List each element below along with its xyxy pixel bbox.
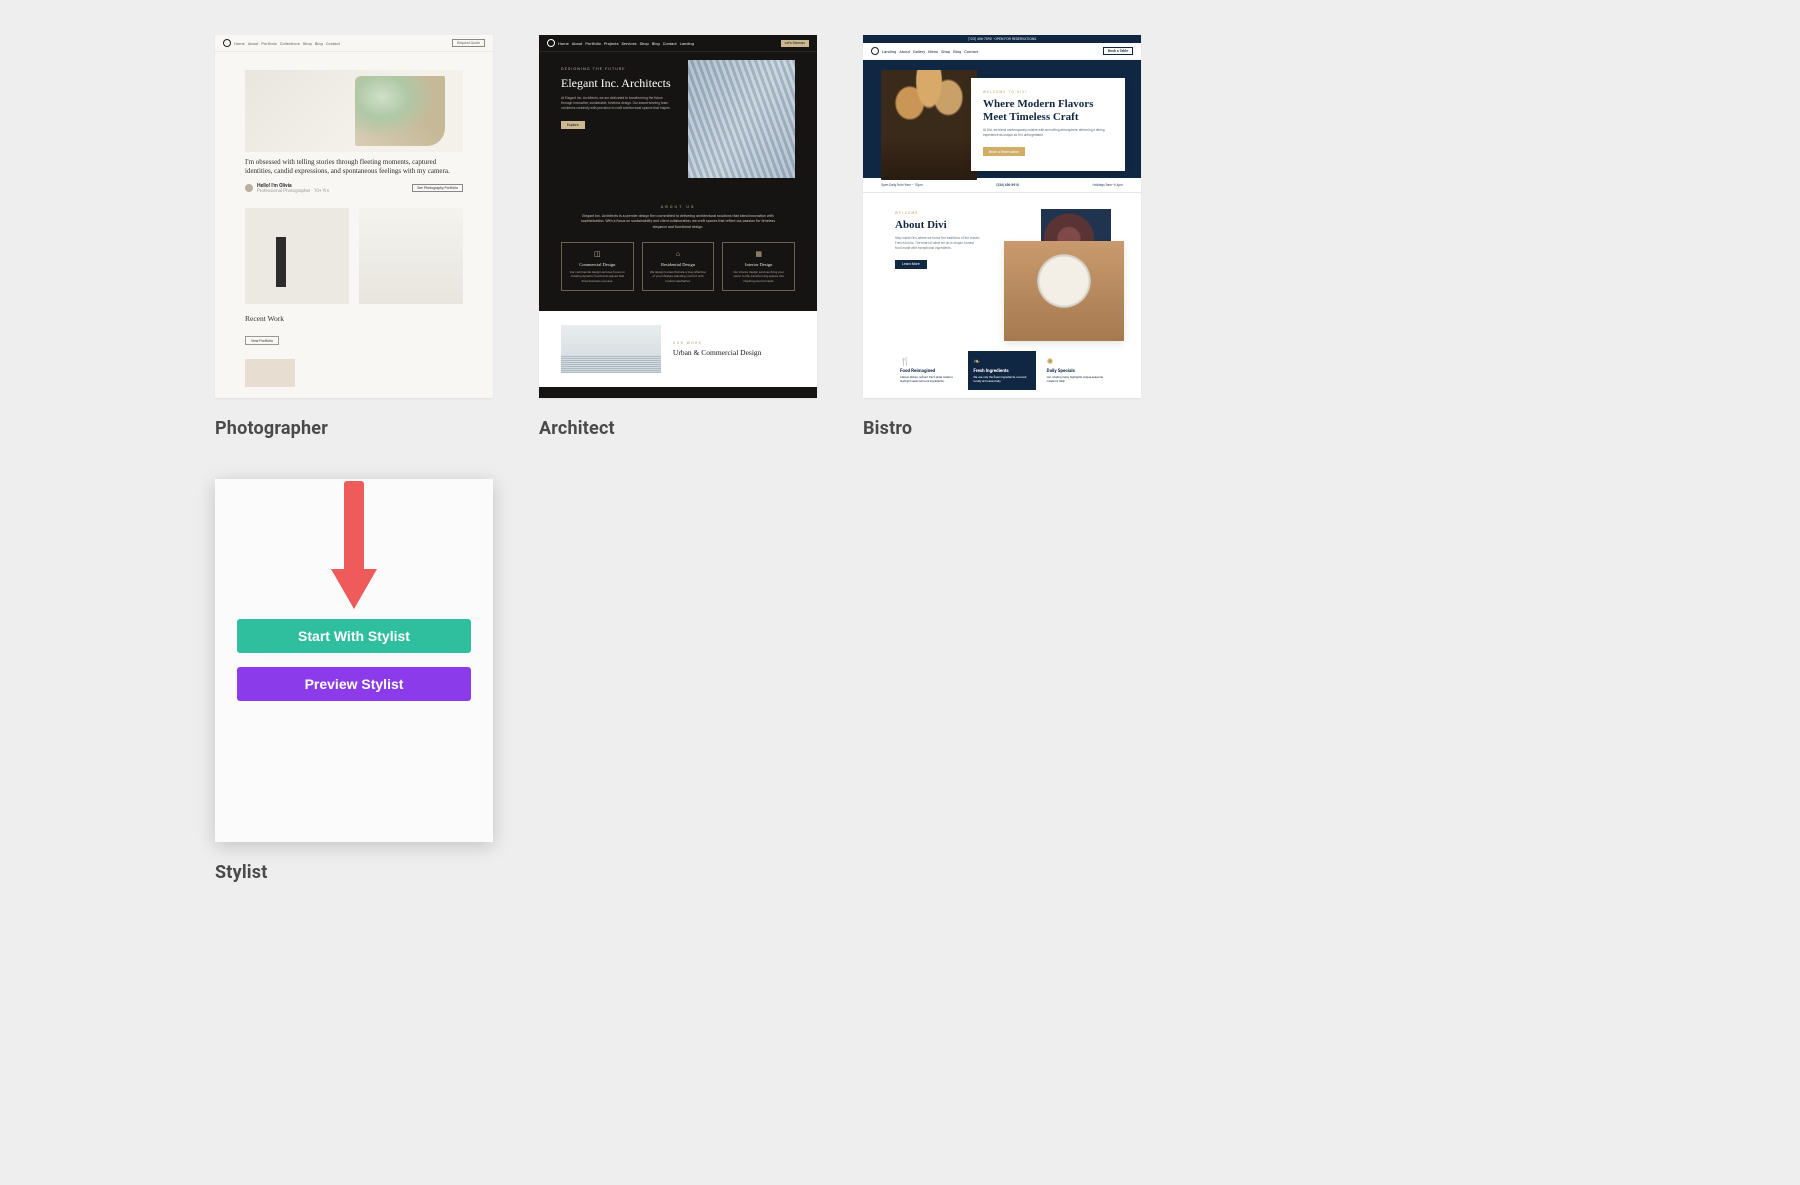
portfolio-title: Urban & Commercial Design — [673, 348, 795, 357]
info-strip: Open Daily from 9am – 10pm (234) 456-891… — [863, 178, 1141, 193]
logo-icon — [223, 39, 231, 47]
thumbnail-photographer[interactable]: HomeAboutPortfolioCollectionsShopBlogCon… — [215, 35, 493, 398]
recent-heading: Recent Work — [245, 314, 463, 323]
card-architect[interactable]: HomeAboutPortfolioProjectsServicesShopBl… — [539, 35, 817, 439]
announcement-bar: (123) 456-7890 · OPEN FOR RESERVATIONS — [863, 35, 1141, 43]
about-cta: Learn More — [895, 260, 927, 269]
interior-icon: ▦ — [729, 250, 788, 258]
logo-icon — [871, 47, 879, 55]
about-image-cheese — [1004, 241, 1124, 341]
card-bistro[interactable]: (123) 456-7890 · OPEN FOR RESERVATIONS L… — [863, 35, 1141, 439]
fork-knife-icon: 🍴 — [900, 357, 957, 366]
hero-image — [881, 70, 977, 180]
thumbnail-architect[interactable]: HomeAboutPortfolioProjectsServicesShopBl… — [539, 35, 817, 398]
mini-nav: HomeAboutPortfolioProjectsServicesShopBl… — [539, 35, 817, 52]
annotation-arrow-icon — [334, 481, 374, 611]
thumbnail-stylist[interactable]: Start With Stylist Preview Stylist — [215, 479, 493, 842]
card-title: Architect — [539, 418, 817, 439]
thumbnail-bistro[interactable]: (123) 456-7890 · OPEN FOR RESERVATIONS L… — [863, 35, 1141, 398]
portfolio-eyebrow: OUR WORK — [673, 341, 795, 345]
start-with-button[interactable]: Start With Stylist — [237, 619, 471, 653]
hero-title: Elegant Inc. Architects — [561, 76, 678, 91]
hero-image — [245, 70, 463, 152]
about-title: About Divi — [895, 219, 980, 231]
hero-cta: Explore — [561, 121, 585, 129]
about-copy: Step inside Divi, where we honor the tra… — [895, 236, 980, 250]
service-cards: ◫Commercial DesignOur commercial design … — [561, 242, 795, 291]
recent-strip — [245, 359, 463, 387]
portfolio-image — [561, 325, 661, 373]
hero-eyebrow: DESIGNING THE FUTURE — [561, 66, 678, 71]
feature-tiles: 🍴Food ReimaginedClassic dishes, refined.… — [863, 351, 1141, 390]
leaf-icon: ❧ — [973, 357, 1030, 366]
preview-button[interactable]: Preview Stylist — [237, 667, 471, 701]
author-row: Hello! I'm Olivia Professional Photograp… — [245, 183, 463, 194]
hero-card: WELCOME TO DIVI Where Modern Flavors Mee… — [971, 78, 1125, 171]
card-stylist[interactable]: Start With Stylist Preview Stylist Styli… — [215, 479, 493, 883]
star-icon: ✺ — [1047, 357, 1104, 366]
avatar-icon — [245, 184, 253, 192]
mini-nav: LandingAboutGalleryMenuShopBlogContact B… — [863, 43, 1141, 60]
about-eyebrow: WELCOME — [895, 211, 980, 215]
card-title: Photographer — [215, 418, 493, 439]
portfolio-grid — [245, 208, 463, 304]
card-title: Bistro — [863, 418, 1141, 439]
house-icon: ⌂ — [649, 250, 708, 258]
hero-tagline: I'm obsessed with telling stories throug… — [245, 158, 463, 177]
starter-site-gallery: HomeAboutPortfolioCollectionsShopBlogCon… — [0, 0, 1800, 918]
card-photographer[interactable]: HomeAboutPortfolioCollectionsShopBlogCon… — [215, 35, 493, 439]
hero-image — [688, 60, 795, 178]
hero-copy: At Elegant Inc. Architects, we are dedic… — [561, 96, 671, 111]
logo-icon — [547, 39, 555, 47]
recent-cta: View Portfolio — [245, 336, 279, 345]
about-copy: Elegant Inc. Architects is a premier des… — [578, 214, 778, 230]
about-eyebrow: ABOUT US — [561, 204, 795, 209]
mini-nav: HomeAboutPortfolioCollectionsShopBlogCon… — [215, 35, 493, 52]
building-icon: ◫ — [568, 250, 627, 258]
card-title: Stylist — [215, 862, 493, 883]
